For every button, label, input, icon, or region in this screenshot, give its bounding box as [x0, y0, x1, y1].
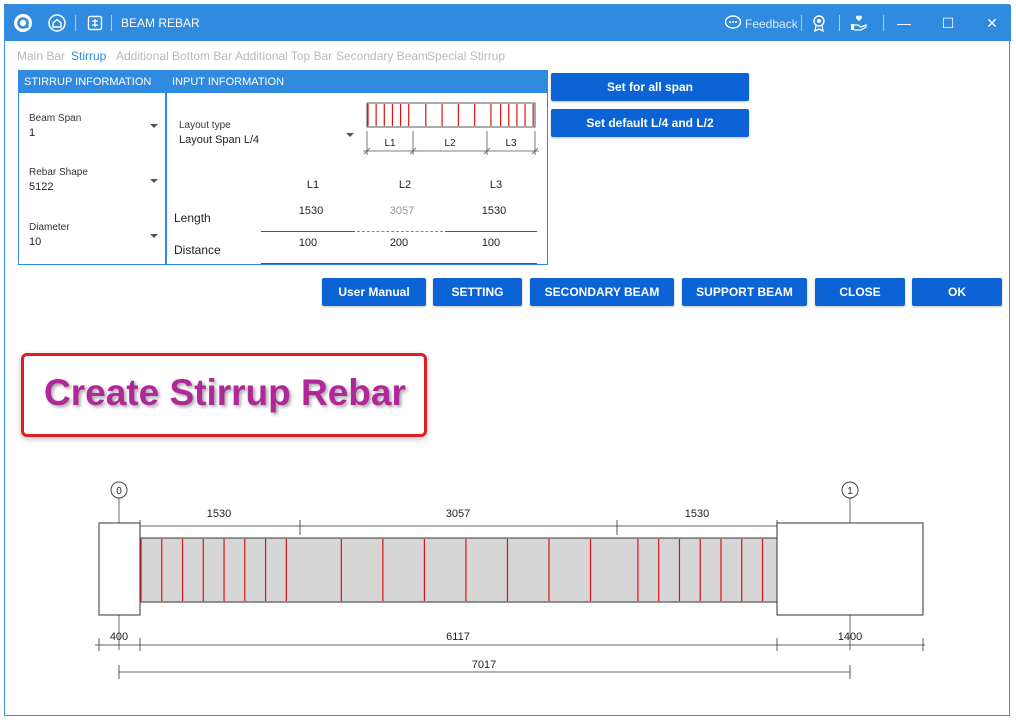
length-l1-field[interactable]: 1530 — [281, 205, 341, 217]
layout-type-label: Layout type — [179, 120, 231, 131]
bottom-dim-left: 400 — [110, 631, 128, 643]
callout-box: Create Stirrup Rebar — [21, 353, 427, 437]
beam-elevation-drawing: 0 1 1530 3057 1530 400 6117 1400 7017 — [95, 481, 925, 679]
bottom-dim-right: 1400 — [838, 631, 862, 643]
tab-main-bar[interactable]: Main Bar — [17, 49, 65, 63]
set-for-all-span-button[interactable]: Set for all span — [551, 73, 749, 101]
diameter-label: Diameter — [29, 222, 70, 233]
hand-heart-icon[interactable] — [849, 13, 869, 33]
preview-label-l2: L2 — [444, 138, 456, 149]
length-l2-field[interactable]: 3057 — [372, 205, 432, 217]
app-logo-icon — [13, 13, 33, 33]
preview-label-l1: L1 — [384, 138, 396, 149]
input-underline — [261, 231, 355, 232]
titlebar-separator — [75, 15, 76, 31]
layout-type-value: Layout Span L/4 — [179, 134, 260, 146]
beam-body — [139, 537, 778, 603]
calculator-icon[interactable] — [85, 13, 105, 33]
top-dim-l2: 3057 — [446, 508, 470, 520]
minimize-button[interactable]: — — [889, 11, 919, 35]
tab-secondary-beam[interactable]: Secondary Beam — [336, 49, 428, 63]
ok-button[interactable]: OK — [912, 278, 1002, 306]
titlebar-separator — [883, 15, 884, 31]
title-bar: BEAM REBAR Feedback — ☐ ✕ — [5, 5, 1011, 41]
titlebar-separator — [839, 15, 840, 31]
window-title: BEAM REBAR — [121, 16, 200, 30]
callout-title: Create Stirrup Rebar — [44, 372, 406, 413]
top-dim-l3: 1530 — [685, 508, 709, 520]
input-underline — [357, 231, 443, 232]
beam-span-value: 1 — [29, 127, 36, 139]
close-window-button[interactable]: ✕ — [977, 11, 1007, 35]
left-support — [98, 522, 141, 616]
input-information-header: INPUT INFORMATION — [167, 71, 547, 93]
input-underline — [261, 263, 537, 264]
badge-icon[interactable] — [809, 13, 829, 33]
chevron-down-icon — [346, 133, 354, 137]
titlebar-separator — [111, 15, 112, 31]
bottom-dim-middle: 6117 — [446, 631, 470, 643]
home-icon[interactable] — [47, 13, 67, 33]
chevron-down-icon — [150, 179, 158, 183]
length-label: Length — [174, 211, 211, 225]
grid-axis-label-1: 1 — [847, 486, 853, 497]
rebar-shape-value: 5122 — [29, 181, 54, 193]
grid-axis-label-0: 0 — [116, 486, 122, 497]
beam-span-label: Beam Span — [29, 113, 82, 124]
feedback-icon[interactable] — [723, 13, 743, 33]
tab-special-stirrup[interactable]: Special Stirrup — [427, 49, 505, 63]
column-header-l1: L1 — [306, 179, 320, 191]
top-dim-l1: 1530 — [207, 508, 231, 520]
beam-rebar-window: BEAM REBAR Feedback — ☐ ✕ Main Bar Stirr… — [4, 4, 1011, 716]
distance-label: Distance — [174, 243, 221, 257]
layout-preview-diagram: L1 L2 L3 — [363, 102, 539, 155]
column-header-l2: L2 — [398, 179, 412, 191]
user-manual-button[interactable]: User Manual — [322, 278, 426, 306]
length-l3-field[interactable]: 1530 — [464, 205, 524, 217]
secondary-beam-button[interactable]: SECONDARY BEAM — [530, 278, 674, 306]
maximize-button[interactable]: ☐ — [933, 11, 963, 35]
feedback-link[interactable]: Feedback — [745, 17, 798, 31]
stirrup-information-header: STIRRUP INFORMATION — [19, 71, 165, 93]
tab-stirrup[interactable]: Stirrup — [71, 49, 106, 63]
total-dim: 7017 — [472, 659, 496, 671]
close-button[interactable]: CLOSE — [815, 278, 905, 306]
panel-divider — [165, 71, 167, 264]
support-beam-button[interactable]: SUPPORT BEAM — [682, 278, 807, 306]
tab-additional-top-bar[interactable]: Additional Top Bar — [235, 49, 332, 63]
preview-label-l3: L3 — [505, 138, 517, 149]
distance-l1-field[interactable]: 100 — [278, 237, 338, 249]
rebar-shape-label: Rebar Shape — [29, 167, 88, 178]
diameter-value: 10 — [29, 236, 42, 248]
titlebar-separator — [801, 15, 802, 31]
distance-l2-field[interactable]: 200 — [369, 237, 429, 249]
input-underline — [445, 231, 537, 232]
tab-additional-bottom-bar[interactable]: Additional Bottom Bar — [116, 49, 232, 63]
stirrup-input-panel: STIRRUP INFORMATION INPUT INFORMATION Be… — [18, 70, 548, 265]
setting-button[interactable]: SETTING — [433, 278, 522, 306]
right-support — [776, 522, 924, 616]
column-header-l3: L3 — [489, 179, 503, 191]
distance-l3-field[interactable]: 100 — [461, 237, 521, 249]
set-default-button[interactable]: Set default L/4 and L/2 — [551, 109, 749, 137]
chevron-down-icon — [150, 234, 158, 238]
chevron-down-icon — [150, 124, 158, 128]
